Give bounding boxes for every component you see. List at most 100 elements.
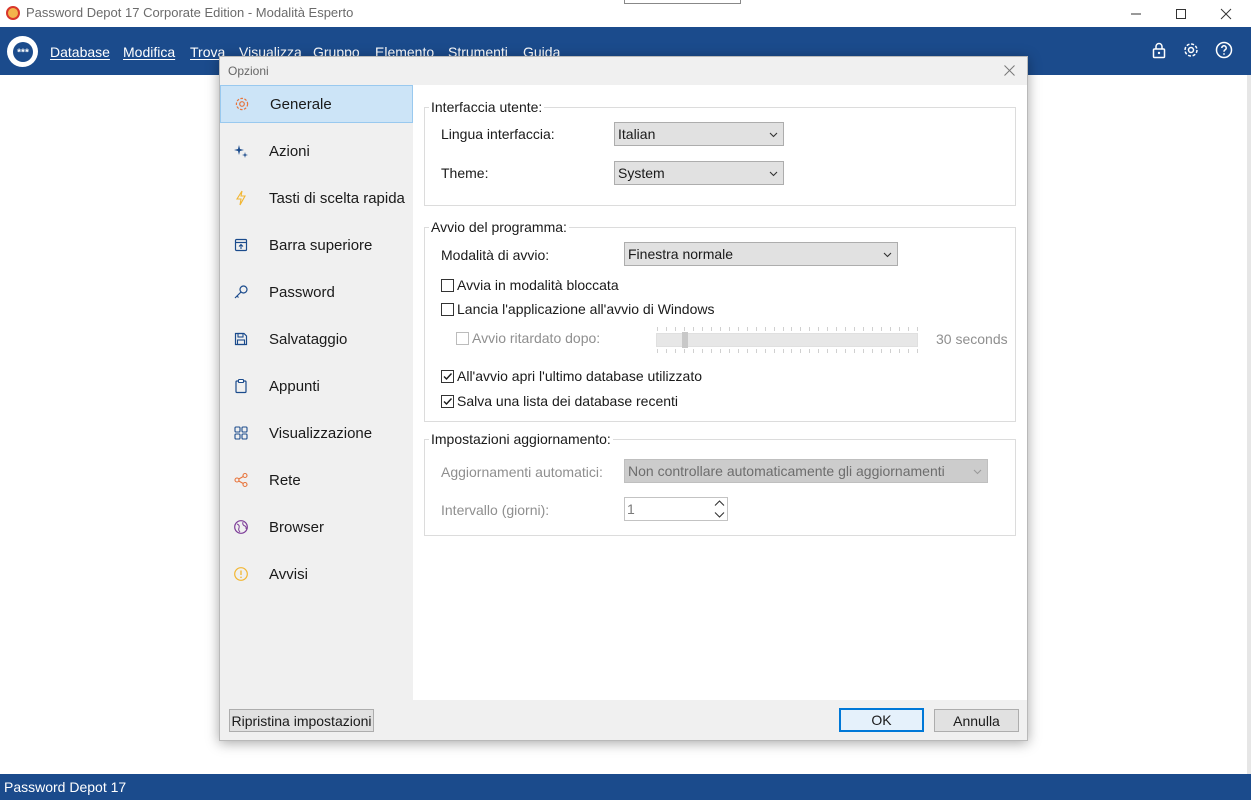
- update-interval-label: Intervallo (giorni):: [441, 502, 550, 518]
- nav-label: Barra superiore: [269, 236, 373, 254]
- nav-item-generale[interactable]: Generale: [220, 85, 413, 123]
- update-group: Impostazioni aggiornamento: Aggiornament…: [424, 431, 1016, 536]
- close-icon: [1220, 8, 1232, 19]
- auto-update-select[interactable]: Non controllare automaticamente gli aggi…: [624, 459, 988, 483]
- alert-icon: [234, 567, 248, 581]
- nav-item-visualizzazione[interactable]: Visualizzazione: [220, 414, 413, 452]
- chevron-down-icon: [973, 469, 982, 475]
- update-interval-value: 1: [627, 501, 635, 517]
- chevron-down-icon: [769, 171, 778, 177]
- status-text: Password Depot 17: [4, 779, 127, 795]
- checkmark-icon: [443, 398, 453, 406]
- nav-label: Visualizzazione: [269, 424, 373, 442]
- save-recent-list-label: Salva una lista dei database recenti: [457, 393, 679, 409]
- delay-slider[interactable]: [656, 333, 918, 347]
- reset-settings-button[interactable]: Ripristina impostazioni: [229, 709, 374, 732]
- dialog-title: Opzioni: [228, 64, 269, 78]
- interface-group: Interfaccia utente: Lingua interfaccia: …: [424, 99, 1016, 206]
- nav-item-barra-superiore[interactable]: Barra superiore: [220, 226, 413, 264]
- update-interval-spinner[interactable]: 1: [624, 497, 728, 521]
- delay-slider-thumb[interactable]: [682, 332, 688, 348]
- nav-label: Rete: [269, 471, 301, 489]
- close-window-button[interactable]: [1203, 0, 1249, 27]
- spinner-arrows-icon[interactable]: [712, 498, 727, 520]
- startup-mode-label: Modalità di avvio:: [441, 247, 550, 263]
- close-icon: [1003, 64, 1015, 76]
- nav-label: Appunti: [269, 377, 320, 395]
- nav-label: Generale: [270, 95, 332, 113]
- maximize-icon: [1176, 8, 1186, 19]
- app-icon: [6, 6, 20, 20]
- key-icon: [234, 285, 248, 299]
- gear-icon[interactable]: [1182, 41, 1200, 59]
- nav-item-avvisi[interactable]: Avvisi: [220, 555, 413, 593]
- lock-icon[interactable]: [1150, 41, 1168, 59]
- chevron-down-icon: [769, 132, 778, 138]
- nav-item-rete[interactable]: Rete: [220, 461, 413, 499]
- options-content-panel: Interfaccia utente: Lingua interfaccia: …: [413, 85, 1027, 700]
- window-title: Password Depot 17 Corporate Edition - Mo…: [26, 5, 354, 20]
- save-icon: [234, 332, 248, 346]
- scrollbar-track[interactable]: [1247, 75, 1251, 774]
- delay-value: 30 seconds: [936, 331, 1008, 347]
- nav-label: Password: [269, 283, 335, 301]
- slider-ticks-bottom: [657, 349, 918, 353]
- open-last-db-label: All'avvio apri l'ultimo database utilizz…: [457, 368, 703, 384]
- language-value: Italian: [618, 126, 656, 142]
- ok-button[interactable]: OK: [839, 708, 924, 732]
- gear-icon: [235, 97, 249, 111]
- slider-ticks-top: [657, 327, 918, 331]
- nav-label: Azioni: [269, 142, 310, 160]
- dialog-close-button[interactable]: [999, 60, 1019, 80]
- theme-label: Theme:: [441, 165, 489, 181]
- minimize-icon: [1131, 13, 1141, 14]
- minimize-button[interactable]: [1113, 0, 1159, 27]
- nav-label: Avvisi: [269, 565, 308, 583]
- group-title: Interfaccia utente:: [429, 99, 545, 115]
- auto-update-label: Aggiornamenti automatici:: [441, 464, 603, 480]
- password-depot-logo-icon: ***: [12, 41, 33, 62]
- startup-mode-select[interactable]: Finestra normale: [624, 242, 898, 266]
- status-bar: Password Depot 17: [0, 774, 1251, 800]
- auto-update-value: Non controllare automaticamente gli aggi…: [628, 463, 945, 479]
- window-titlebar: Password Depot 17 Corporate Edition - Mo…: [0, 0, 1251, 27]
- nav-item-browser[interactable]: Browser: [220, 508, 413, 546]
- topbar-icon: [234, 238, 248, 252]
- svg-text:***: ***: [17, 47, 29, 58]
- chevron-down-icon: [883, 252, 892, 258]
- delayed-start-label: Avvio ritardato dopo:: [472, 330, 601, 346]
- autostart-label: Lancia l'applicazione all'avvio di Windo…: [457, 301, 715, 317]
- startup-group: Avvio del programma: Modalità di avvio: …: [424, 219, 1016, 422]
- startup-mode-value: Finestra normale: [628, 246, 734, 262]
- autostart-checkbox[interactable]: [441, 303, 454, 316]
- nav-item-password[interactable]: Password: [220, 273, 413, 311]
- theme-select[interactable]: System: [614, 161, 784, 185]
- menu-database[interactable]: Database: [50, 44, 110, 60]
- delayed-start-checkbox[interactable]: [456, 332, 469, 345]
- locked-mode-checkbox[interactable]: [441, 279, 454, 292]
- nav-item-appunti[interactable]: Appunti: [220, 367, 413, 405]
- help-icon[interactable]: [1215, 41, 1233, 59]
- nav-label: Tasti di scelta rapida: [269, 189, 405, 207]
- grid-icon: [234, 426, 248, 440]
- clipboard-icon: [235, 378, 247, 394]
- group-title: Avvio del programma:: [429, 219, 569, 235]
- cancel-button[interactable]: Annulla: [934, 709, 1019, 732]
- options-nav: Generale Azioni Tasti di scelta rapida B…: [220, 85, 413, 700]
- nav-label: Salvataggio: [269, 330, 348, 348]
- locked-mode-label: Avvia in modalità bloccata: [457, 277, 619, 293]
- open-last-db-checkbox[interactable]: [441, 370, 454, 383]
- app-logo[interactable]: ***: [7, 36, 38, 67]
- save-recent-list-checkbox[interactable]: [441, 395, 454, 408]
- title-search-field[interactable]: [624, 0, 741, 4]
- share-icon: [234, 472, 248, 488]
- globe-icon: [234, 520, 248, 534]
- nav-item-azioni[interactable]: Azioni: [220, 132, 413, 170]
- theme-value: System: [618, 165, 665, 181]
- maximize-button[interactable]: [1158, 0, 1204, 27]
- nav-item-salvataggio[interactable]: Salvataggio: [220, 320, 413, 358]
- nav-item-tasti-scelta-rapida[interactable]: Tasti di scelta rapida: [220, 179, 413, 217]
- menu-modifica[interactable]: Modifica: [123, 44, 175, 60]
- checkmark-icon: [443, 373, 453, 381]
- language-select[interactable]: Italian: [614, 122, 784, 146]
